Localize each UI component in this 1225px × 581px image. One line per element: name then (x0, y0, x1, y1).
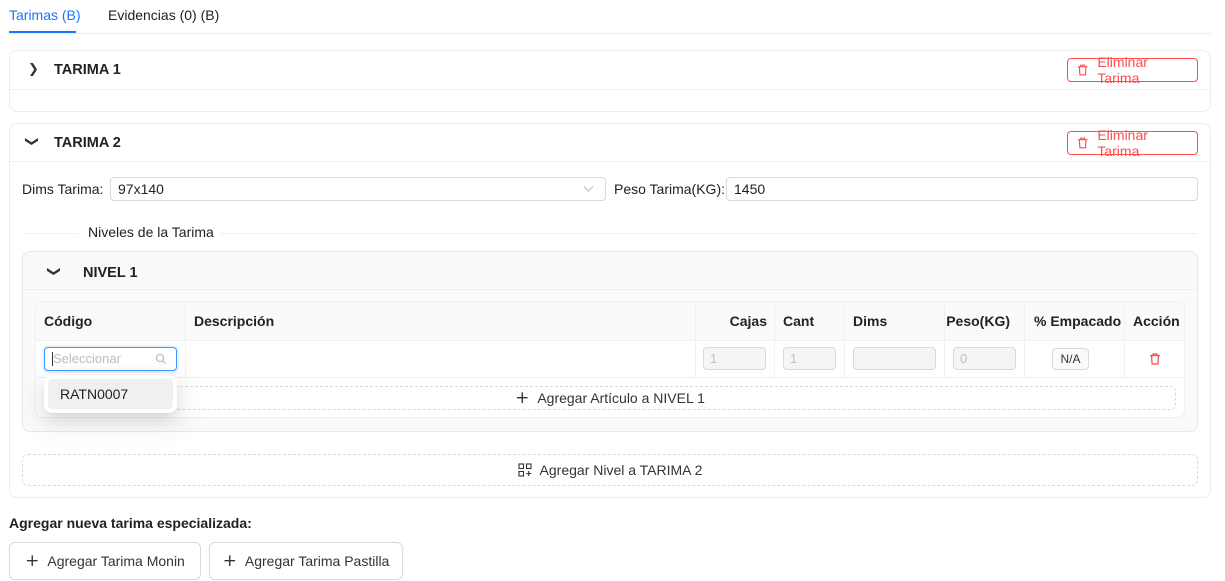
divider-left (22, 233, 78, 234)
codigo-select[interactable]: Seleccionar (44, 347, 177, 371)
codigo-dropdown: RATN0007 (44, 375, 177, 413)
dims-tarima-value: 97x140 (118, 181, 164, 197)
agregar-tarima-pastilla-button[interactable]: + Agregar Tarima Pastilla (209, 542, 403, 580)
tab-active-indicator (9, 31, 76, 33)
cajas-input[interactable]: 1 (703, 347, 766, 370)
dims-tarima-label: Dims Tarima: (22, 181, 104, 197)
peso-tarima-label: Peso Tarima(KG): (614, 181, 725, 197)
col-sep (774, 302, 775, 377)
agregar-nivel-label: Agregar Nivel a TARIMA 2 (539, 462, 703, 478)
tab-evidencias[interactable]: Evidencias (0) (B) (108, 7, 219, 23)
tarima-2-header-line (10, 161, 1210, 162)
col-header-descripcion: Descripción (194, 313, 275, 329)
tarima-1-title[interactable]: TARIMA 1 (54, 62, 121, 78)
eliminar-tarima-2-button[interactable]: Eliminar Tarima (1067, 127, 1198, 159)
table-header-line (36, 340, 1184, 341)
eliminar-tarima-1-button[interactable]: Eliminar Tarima (1067, 54, 1198, 86)
peso-tarima-value: 1450 (734, 181, 766, 197)
peso-input[interactable]: 0 (953, 347, 1016, 370)
col-sep (844, 302, 845, 377)
tarima-2-title[interactable]: TARIMA 2 (54, 135, 121, 151)
col-header-peso: Peso(KG) (946, 313, 1010, 329)
plus-icon: + (515, 387, 530, 408)
col-header-empacado: % Empacado (1034, 313, 1122, 329)
cant-input[interactable]: 1 (783, 347, 836, 370)
col-sep (1124, 302, 1125, 377)
col-header-cajas: Cajas (729, 313, 767, 329)
empacado-tag: N/A (1052, 348, 1089, 370)
agregar-tarima-monin-button[interactable]: + Agregar Tarima Monin (9, 542, 201, 580)
chevron-down-icon[interactable]: ❯ (46, 266, 61, 277)
nivel-1-header-line (23, 289, 1197, 290)
col-header-codigo: Código (44, 313, 93, 329)
trash-icon (1077, 64, 1088, 76)
delete-row-icon[interactable] (1148, 352, 1162, 366)
chevron-right-icon[interactable]: ❯ (28, 62, 39, 77)
col-sep (185, 302, 186, 377)
col-sep (1024, 302, 1025, 377)
table-row-line (36, 377, 1184, 378)
col-header-cant: Cant (783, 313, 815, 329)
col-header-dims: Dims (853, 313, 888, 329)
plus-icon: + (222, 550, 237, 571)
special-heading: Agregar nueva tarima especializada: (9, 515, 252, 531)
eliminar-tarima-1-label: Eliminar Tarima (1097, 54, 1148, 86)
search-icon (155, 353, 167, 365)
divider-right (220, 233, 1197, 234)
tab-tarimas[interactable]: Tarimas (B) (9, 7, 81, 23)
dims-tarima-select[interactable]: 97x140 (110, 177, 606, 201)
agregar-tarima-pastilla-label: Agregar Tarima Pastilla (244, 553, 390, 569)
codigo-select-placeholder: Seleccionar (53, 351, 121, 366)
agregar-articulo-button[interactable]: + Agregar Artículo a NIVEL 1 (44, 386, 1176, 410)
col-header-accion: Acción (1133, 313, 1180, 329)
plus-icon: + (25, 550, 40, 571)
agregar-nivel-button[interactable]: Agregar Nivel a TARIMA 2 (22, 454, 1198, 486)
add-level-icon (517, 463, 532, 477)
eliminar-tarima-2-label: Eliminar Tarima (1097, 127, 1148, 159)
dims-input[interactable] (853, 347, 936, 370)
peso-tarima-input[interactable]: 1450 (726, 177, 1198, 201)
dropdown-option[interactable]: RATN0007 (48, 379, 173, 409)
trash-icon (1077, 137, 1088, 149)
niveles-divider-text: Niveles de la Tarima (88, 224, 214, 240)
nivel-1-title[interactable]: NIVEL 1 (83, 265, 138, 281)
agregar-articulo-label: Agregar Artículo a NIVEL 1 (537, 390, 705, 406)
tarima-1-card (9, 50, 1211, 112)
tarima-1-header-line (10, 89, 1210, 90)
chevron-down-icon[interactable]: ❯ (24, 136, 39, 147)
agregar-tarima-monin-label: Agregar Tarima Monin (47, 553, 185, 569)
chevron-down-icon (583, 186, 594, 192)
